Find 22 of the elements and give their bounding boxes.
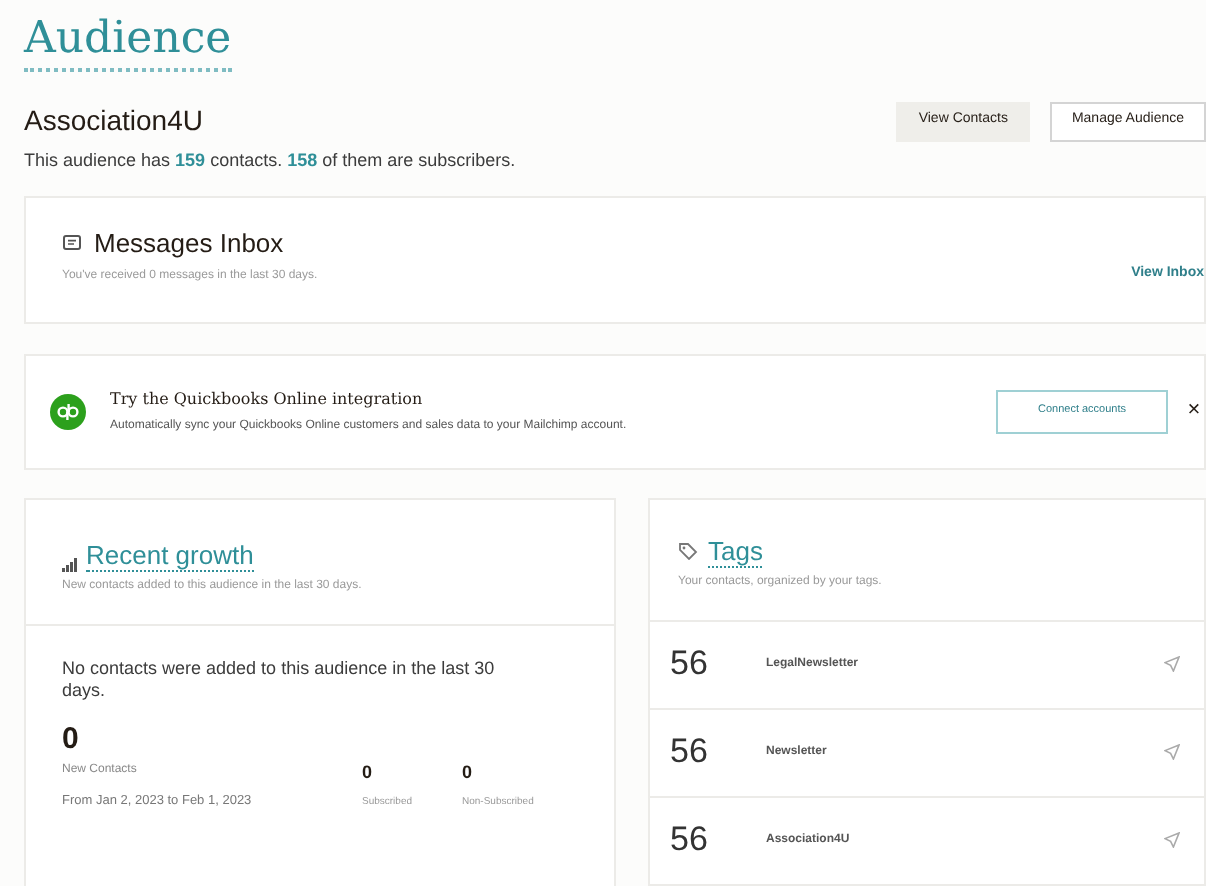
stat-value: 0 (462, 760, 475, 787)
growth-title[interactable]: Recent growth (86, 539, 254, 571)
send-icon[interactable] (1164, 832, 1180, 848)
stat-value: 0 (362, 760, 375, 787)
audience-name: Association4U (24, 102, 203, 140)
tags-title[interactable]: Tags (708, 535, 763, 567)
send-icon[interactable] (1164, 744, 1180, 760)
inbox-title: Messages Inbox (94, 226, 284, 262)
page-title: Audience (24, 12, 232, 72)
quickbooks-logo-icon (50, 393, 86, 429)
tag-count: 56 (670, 818, 710, 863)
no-contacts-message: No contacts were added to this audience in the last 30 days. (62, 657, 497, 701)
close-button[interactable]: × (1184, 400, 1204, 422)
tag-icon (678, 542, 698, 560)
audience-summary: This audience has 159 contacts. 158 of them are subscribers. (24, 148, 518, 174)
new-contacts-count: 0 (62, 721, 81, 757)
promo-title: Try the Quickbooks Online integration (110, 387, 425, 411)
message-icon (62, 233, 82, 254)
send-icon[interactable] (1164, 656, 1180, 672)
bar-chart-icon (62, 557, 78, 571)
tag-count: 56 (670, 642, 710, 687)
tag-count: 56 (670, 730, 710, 775)
